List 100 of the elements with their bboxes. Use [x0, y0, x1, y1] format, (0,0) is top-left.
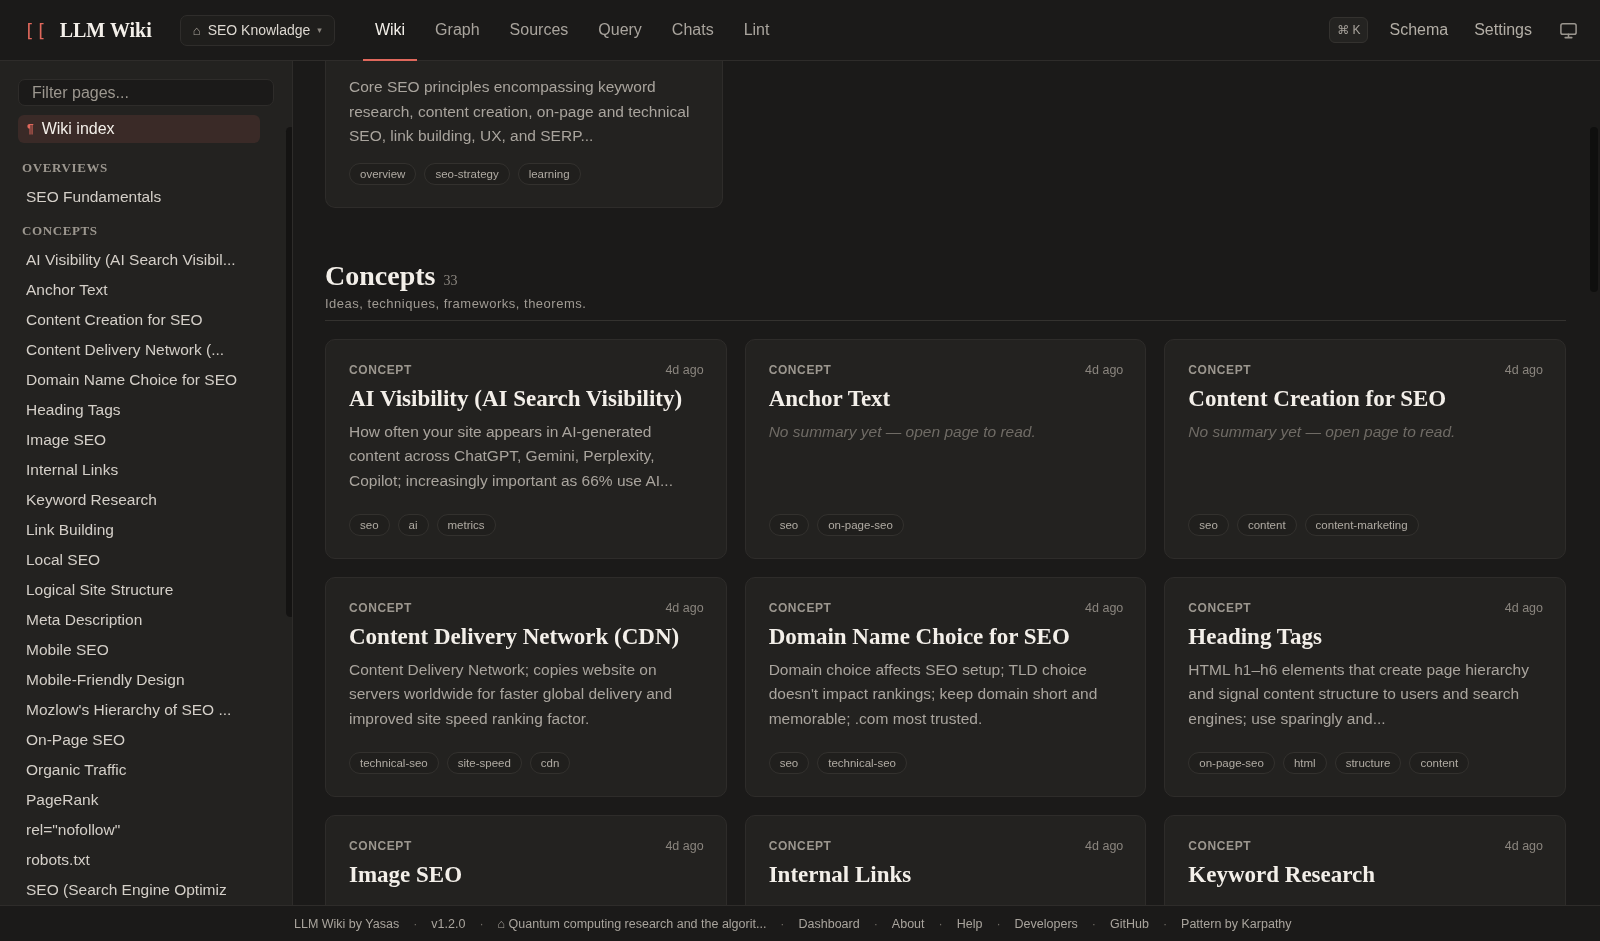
tag[interactable]: metrics — [436, 513, 496, 536]
card-age: 4d ago — [1504, 600, 1543, 615]
card-age: 4d ago — [1085, 600, 1124, 615]
tag[interactable]: content — [1409, 751, 1470, 774]
sidebar-item[interactable]: rel="nofollow" — [18, 815, 274, 845]
sidebar-item[interactable]: Mobile-Friendly Design — [18, 665, 274, 695]
sidebar-item[interactable]: robots.txt — [18, 845, 274, 875]
tag[interactable]: on-page-seo — [817, 513, 904, 536]
separator-dot: · — [873, 916, 878, 931]
nav-link[interactable]: Schema — [1380, 21, 1458, 39]
footer-text[interactable]: ⌂ Quantum computing research and the algorit... — [497, 916, 767, 931]
card[interactable] — [325, 576, 727, 797]
sidebar-item[interactable]: Anchor Text — [18, 275, 274, 305]
nav-tab[interactable]: Sources — [497, 0, 581, 61]
tag[interactable]: seo — [768, 513, 810, 536]
card-title: Internal Links — [768, 861, 913, 888]
card-summary: Content Delivery Network; copies website on servers worldwide for faster global delivery and improved site speed ranking factor. — [349, 659, 674, 729]
nav-tab[interactable]: Graph — [423, 0, 492, 61]
tag[interactable]: seo — [1188, 513, 1229, 536]
sidebar-item[interactable]: SEO (Search Engine Optimiz — [18, 875, 274, 905]
tag[interactable]: seo — [349, 513, 390, 536]
caret-icon: ▾ — [317, 25, 322, 35]
section-subtitle: Ideas, techniques, frameworks, theorems. — [325, 295, 588, 311]
card-title: Keyword Research — [1188, 861, 1377, 888]
sidebar-item[interactable]: ¶ Wiki index — [18, 115, 260, 143]
sidebar-item[interactable]: Mobile SEO — [18, 635, 274, 665]
sidebar-item[interactable]: SEO Fundamentals — [18, 182, 274, 212]
card-title: Domain Name Choice for SEO — [768, 623, 1071, 650]
card[interactable]: Core SEO principles encompassing keyword research, content creation, on-page and technical SEO, link building, UX, and SERP... overview seo-strategy learning — [325, 61, 723, 208]
footer-link[interactable]: Help — [956, 916, 983, 931]
tag[interactable]: content-marketing — [1304, 513, 1419, 536]
footer-link[interactable]: Dashboard — [798, 916, 860, 931]
sidebar-item[interactable]: Internal Links — [18, 455, 274, 485]
shortcut-button[interactable]: ⌘ K — [1329, 17, 1369, 43]
sidebar-item[interactable]: Link Building — [18, 515, 274, 545]
separator-dot: · — [479, 916, 484, 931]
tag[interactable]: seo — [768, 751, 810, 774]
sidebar-item[interactable]: Organic Traffic — [18, 755, 274, 785]
footer-link[interactable]: About — [891, 916, 925, 931]
sidebar-item[interactable]: Image SEO — [18, 425, 274, 455]
filter-field[interactable]: Filter pages... — [18, 79, 274, 107]
card[interactable]: CONCEPT 4d ago Content Creation for SEO No summary yet — open page to read. seo content content-marketing — [1164, 338, 1566, 559]
sidebar-item[interactable]: AI Visibility (AI Search Visibil... — [18, 245, 274, 275]
card[interactable]: CONCEPT 4d ago Image SEO — [325, 814, 727, 905]
nav-tab[interactable]: Query — [586, 0, 654, 61]
sidebar-item[interactable]: Content Delivery Network (... — [18, 335, 274, 365]
sidebar-item[interactable]: Keyword Research — [18, 485, 274, 515]
tag[interactable]: content — [1236, 513, 1297, 536]
card-age: 4d ago — [1085, 362, 1124, 377]
sidebar-item[interactable]: Local SEO — [18, 545, 274, 575]
separator-dot: · — [938, 916, 943, 931]
sidebar-item[interactable]: On-Page SEO — [18, 725, 274, 755]
tag[interactable]: overview — [349, 162, 417, 185]
nav-tab[interactable]: Chats — [659, 0, 726, 61]
sidebar-item[interactable]: Meta Description — [18, 605, 274, 635]
card-title: Image SEO — [349, 861, 464, 888]
section-title: Concepts — [325, 259, 436, 292]
separator-dot: · — [1162, 916, 1168, 931]
sidebar-item[interactable]: Content Creation for SEO — [18, 305, 274, 335]
separator-dot: · — [996, 916, 1001, 931]
card[interactable]: CONCEPT 4d ago Domain Name Choice for SEO Domain choice affects SEO setup; TLD choice doesn't impact rankings; keep domain short and memorable; .com most trusted. seo technical-seo — [744, 576, 1147, 797]
card-age: 4d ago — [1085, 838, 1124, 853]
tag[interactable]: technical-seo — [349, 751, 439, 774]
card-age: 4d ago — [665, 838, 704, 853]
sidebar-item[interactable]: Mozlow's Hierarchy of SEO ... — [18, 695, 274, 725]
card-summary: Domain choice affects SEO setup; TLD choice doesn't impact rankings; keep domain short and memorable; .com most trusted. — [768, 659, 1099, 729]
card-age: 4d ago — [665, 600, 704, 615]
card[interactable]: CONCEPT 4d ago Anchor Text No summary yet — open page to read. seo on-page-seo — [744, 338, 1147, 559]
app-title: LLM Wiki — [59, 18, 152, 42]
card-summary: How often your site appears in AI-generated content across ChatGPT, Gemini, Perplexity, Copilot; increasingly important as 66% use AI... — [349, 421, 674, 491]
tag[interactable]: html — [1282, 751, 1327, 774]
tag[interactable]: site-speed — [446, 751, 522, 774]
nav-link[interactable]: Settings — [1465, 21, 1541, 39]
nav-tab[interactable]: Lint — [731, 0, 782, 61]
tag[interactable]: learning — [517, 162, 581, 185]
card[interactable] — [325, 338, 727, 559]
tag[interactable]: ai — [397, 513, 429, 536]
card-type: CONCEPT — [768, 838, 832, 853]
card[interactable]: CONCEPT 4d ago Keyword Research — [1164, 814, 1566, 905]
card[interactable]: CONCEPT 4d ago Internal Links — [744, 814, 1147, 905]
tag[interactable]: on-page-seo — [1188, 751, 1275, 774]
tag[interactable]: seo-strategy — [424, 162, 510, 185]
sidebar-item[interactable]: PageRank — [18, 785, 274, 815]
sidebar-item[interactable]: Domain Name Choice for SEO — [18, 365, 274, 395]
card-age: 4d ago — [1504, 362, 1543, 377]
sidebar-item[interactable]: Heading Tags — [18, 395, 274, 425]
sidebar-item[interactable]: Logical Site Structure — [18, 575, 274, 605]
footer-link[interactable]: Pattern by Karpathy — [1181, 916, 1292, 931]
footer-text: LLM Wiki by Yasas — [294, 916, 400, 931]
workspace-selector[interactable]: ⌂ SEO Knowladge ▾ — [179, 14, 335, 46]
monitor-icon[interactable] — [1559, 20, 1578, 40]
footer-link[interactable]: Developers — [1014, 916, 1078, 931]
card[interactable]: CONCEPT 4d ago Heading Tags HTML h1–h6 elements that create page hierarchy and signal content structure to users and search engines; use sparingly and... on-page-seo html structure content — [1164, 576, 1566, 797]
tag[interactable]: structure — [1334, 751, 1402, 774]
footer-link[interactable]: GitHub — [1110, 916, 1149, 931]
card-type: CONCEPT — [768, 362, 832, 377]
group-heading: CONCEPTS — [21, 222, 99, 240]
tag[interactable]: technical-seo — [817, 751, 907, 774]
tag[interactable]: cdn — [529, 751, 571, 774]
footer-text: v1.2.0 — [431, 916, 466, 931]
